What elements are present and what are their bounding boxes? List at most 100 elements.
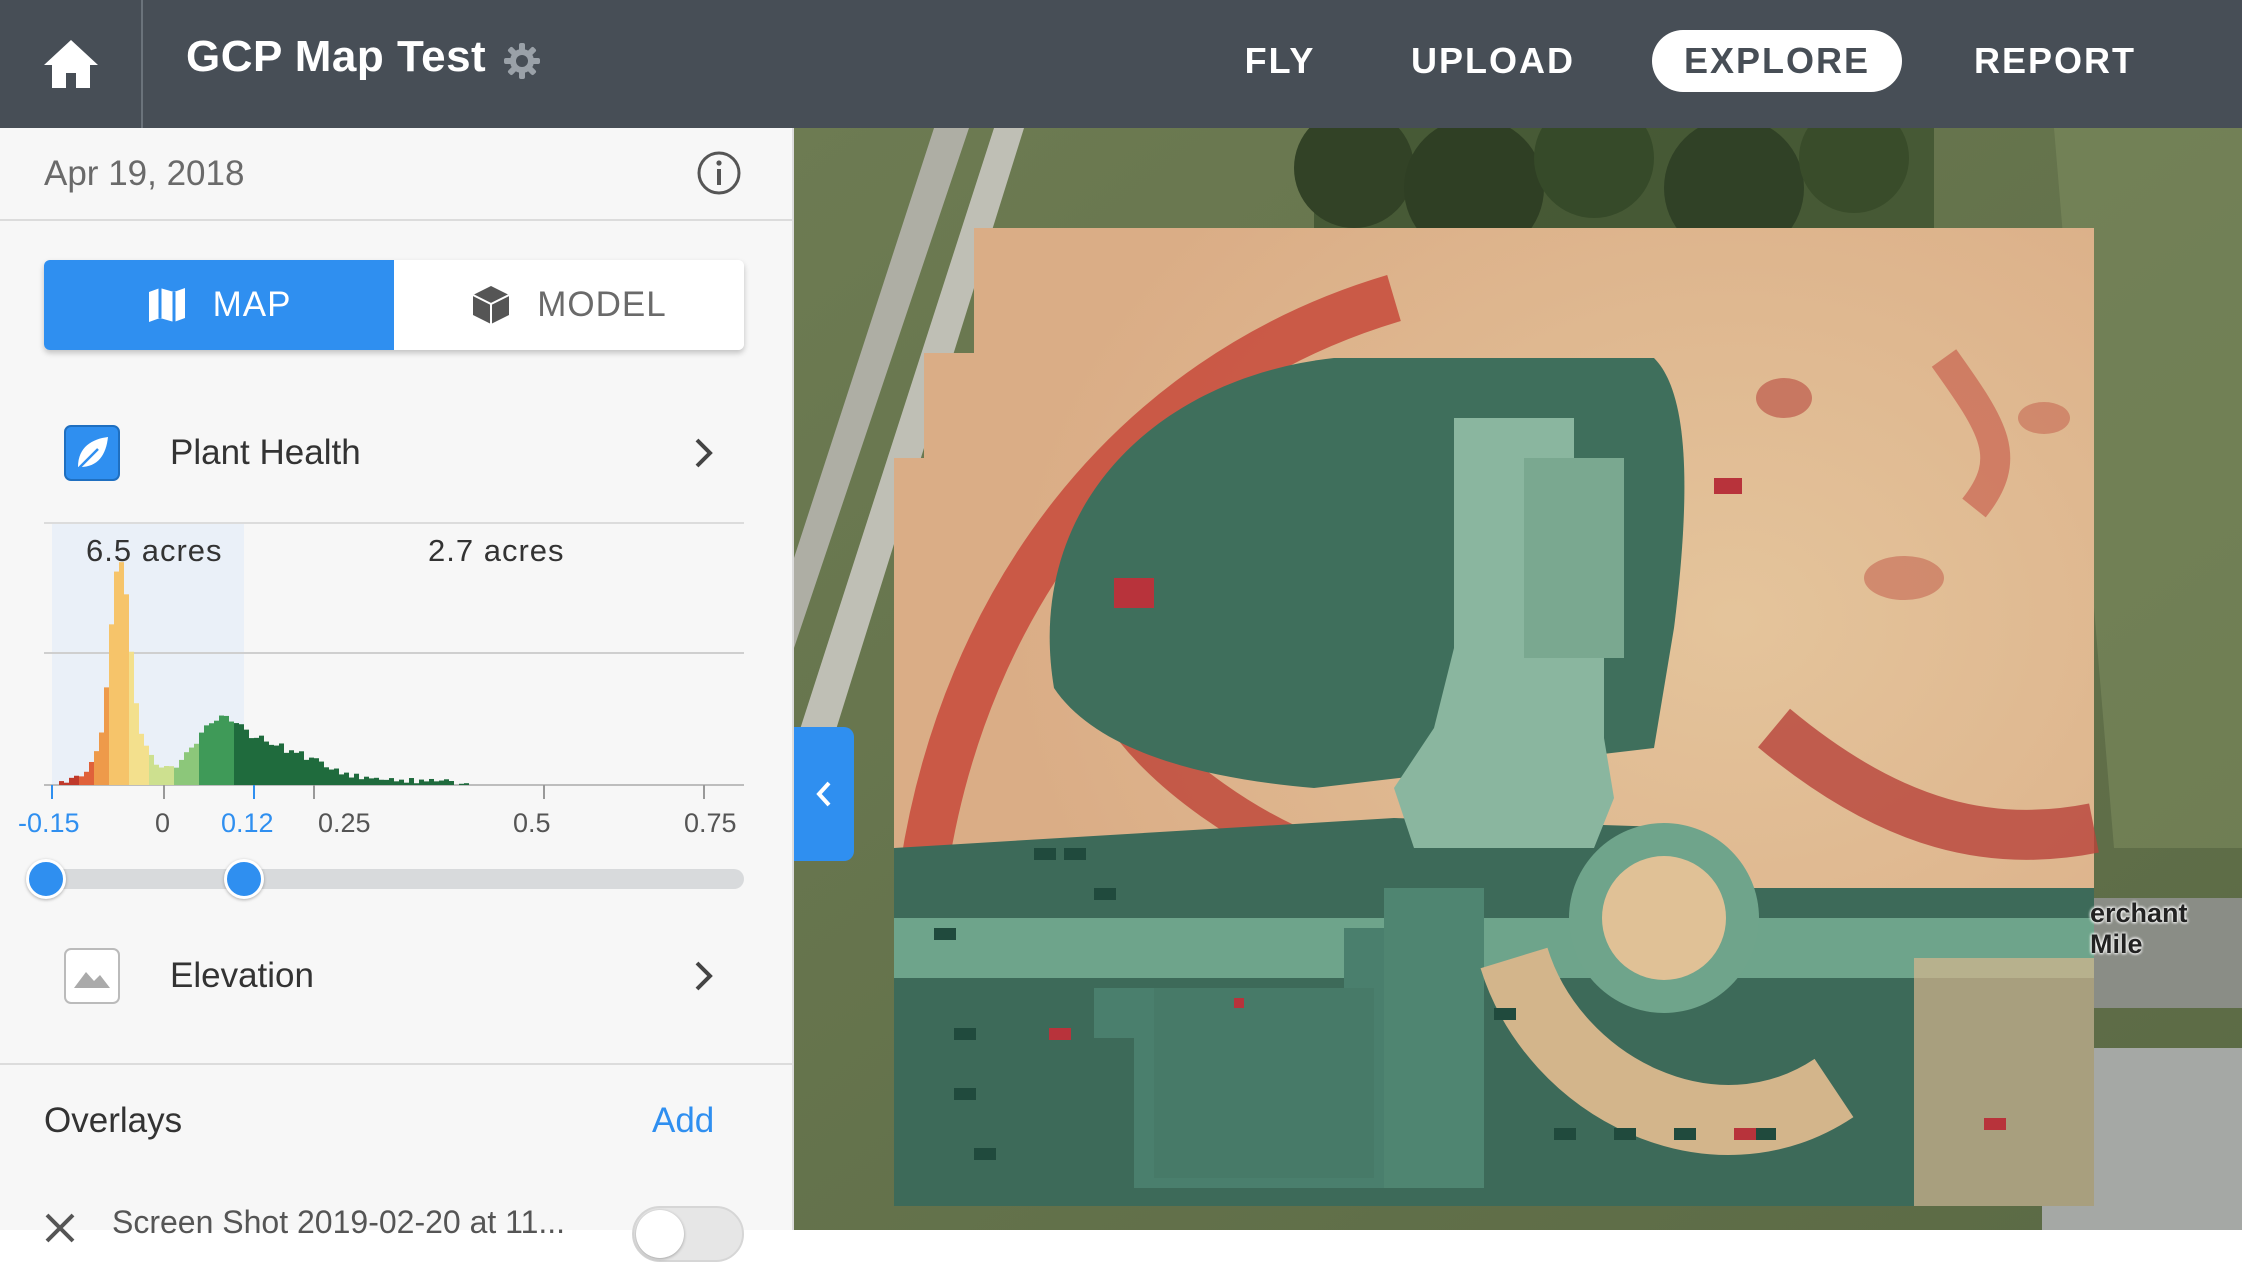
hist-bar [449,781,454,785]
hist-bar [99,732,104,785]
hist-bar [184,752,189,785]
capture-date: Apr 19, 2018 [44,154,245,193]
hist-bar [459,783,464,785]
hist-bar [354,773,359,785]
hist-bar [404,782,409,785]
chevron-right-icon [695,961,713,991]
range-slider-min-handle[interactable] [26,859,66,899]
overlays-heading: Overlays [44,1101,183,1140]
info-icon[interactable] [696,150,742,196]
leaf-icon [64,425,120,481]
range-slider-track[interactable] [44,869,744,889]
nav-fly[interactable]: FLY [1210,30,1350,92]
hist-bar [124,594,129,785]
tick-0-5: 0.5 [513,808,551,838]
hist-bar [304,759,309,785]
hist-bar [409,778,414,785]
hist-bar [369,778,374,785]
cube-icon [472,286,510,324]
hist-bar [329,769,334,785]
hist-bar [394,781,399,785]
hist-bar [284,752,289,785]
hist-bar [84,771,89,785]
hist-bar [434,781,439,785]
hist-bar [209,723,214,785]
hist-bar [344,772,349,785]
sidebar: Apr 19, 2018 MAP MODEL Plant Health 6.5 … [0,128,794,1262]
hist-bar [269,744,274,785]
hist-bar [414,783,419,785]
hist-bar [199,732,204,785]
nav-explore[interactable]: EXPLORE [1652,30,1902,92]
hist-bar [374,777,379,785]
hist-bar [134,703,139,785]
hist-bar [129,651,134,785]
hist-bar [389,778,394,785]
hist-bar [114,571,119,785]
hist-bar [399,779,404,785]
hist-bar [234,723,239,785]
acres-selected: 6.5 acres [86,533,223,568]
collapse-sidebar-button[interactable] [794,727,854,861]
hist-bar [254,737,259,785]
chevron-left-icon [816,781,831,807]
hist-bar [214,720,219,785]
map-toggle-button[interactable]: MAP [44,260,394,350]
hist-bar [109,624,114,785]
hist-bar [299,751,304,785]
nav-upload[interactable]: UPLOAD [1393,30,1593,92]
close-icon[interactable] [44,1212,76,1244]
hist-bar [159,767,164,785]
map-canvas[interactable] [794,128,2242,1230]
hist-bar [289,750,294,785]
top-bar: GCP Map Test FLY UPLOAD EXPLORE REPORT [0,0,2242,128]
tick-0-75: 0.75 [684,808,737,838]
date-row: Apr 19, 2018 [0,128,792,221]
hist-bar [379,779,384,785]
hist-bar [279,743,284,785]
map-icon [148,288,185,322]
hist-bar [334,768,339,785]
hist-bar [59,781,64,785]
hist-bar [224,715,229,785]
street-label: erchant Mile [2090,898,2188,959]
hist-bar [419,779,424,785]
elevation-label: Elevation [170,956,314,995]
hist-bar [69,777,74,785]
tick-0-25: 0.25 [318,808,371,838]
gear-icon[interactable] [503,42,541,80]
model-toggle-button[interactable]: MODEL [394,260,744,350]
hist-bar [319,761,324,785]
hist-bar [164,765,169,785]
hist-bar [174,767,179,785]
hist-bar [239,724,244,785]
hist-bar [264,741,269,785]
hist-bar [424,781,429,785]
hist-bar [144,745,149,785]
add-overlay-link[interactable]: Add [652,1101,714,1141]
mountain-icon [64,948,120,1004]
hist-bar [349,777,354,785]
nav-report[interactable]: REPORT [1960,30,2150,92]
hist-bar [104,687,109,785]
hist-bar [189,747,194,785]
map-viewport[interactable] [794,128,2242,1230]
hist-bar [79,776,84,785]
hist-bar [324,767,329,785]
overlays-divider [0,1063,792,1065]
overlay-visibility-toggle[interactable] [632,1206,744,1262]
layer-plant-health[interactable]: Plant Health [44,423,744,483]
hist-bar [429,778,434,785]
hist-bar [94,751,99,785]
tick-min: -0.15 [18,808,80,838]
view-toggle: MAP MODEL [44,260,744,350]
hist-bar [154,764,159,785]
hist-bar [149,754,154,785]
overlay-item-name: Screen Shot 2019-02-20 at 11... [112,1204,566,1240]
hist-bar [64,782,69,785]
range-slider-max-handle[interactable] [224,859,264,899]
home-button[interactable] [0,0,143,128]
hist-bar [439,780,444,785]
hist-bar [359,779,364,785]
layer-elevation[interactable]: Elevation [44,946,744,1006]
